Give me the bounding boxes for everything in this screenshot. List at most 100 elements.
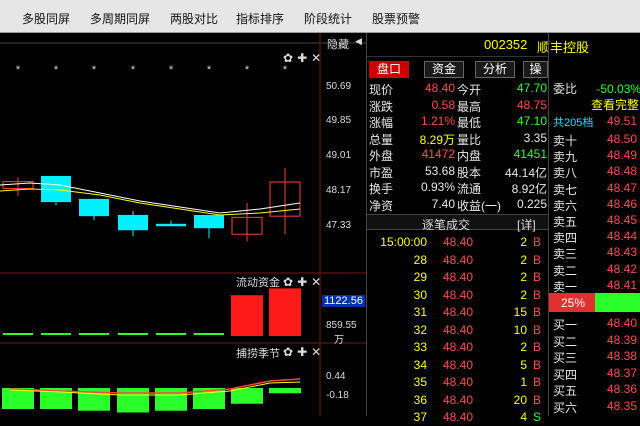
stock-code: 002352 [484,37,528,52]
collapse-icon[interactable]: ◀ [355,36,362,47]
trade-time: 35 [413,375,427,389]
bid-row[interactable]: 买五 48.36 [553,382,640,398]
trades-detail-link[interactable]: [详] [517,216,536,233]
ask-label: 卖六 [553,198,578,213]
kline-chart: * * * * * * * * ✿ ✚ ✕ 流动资金 ✿ ✚ ✕ 捕捞季节 ✿ ✚ ✕ 50.69 49.… [0,33,366,416]
menu-stock-alert[interactable]: 股票预警 [372,10,420,27]
tab-funds[interactable]: 资金 [424,61,464,78]
ask-label: 卖四 [553,231,578,246]
bid-row[interactable]: 买四 48.37 [553,366,640,382]
ask-row[interactable]: 卖二 48.42 [553,262,640,278]
ask-label: 卖二 [553,263,578,278]
close-icon[interactable]: ✕ [311,275,321,289]
quote-label: 总量 [369,132,394,147]
price-label: 49.01 [326,150,352,161]
pin-icon[interactable]: ✚ [297,51,307,65]
ask-row[interactable]: 卖六 48.46 [553,197,640,213]
trade-side: S [533,410,542,424]
tab-analysis[interactable]: 分析 [475,61,515,78]
trade-volume: 20 [513,392,527,407]
trade-row: 36 48.40 20 B [367,393,548,409]
stock-name: 顺丰控股 [537,40,590,55]
quote-label: 最低 [457,116,482,130]
wb-value: -50.03% [596,82,640,96]
bid-price: 48.35 [607,398,638,413]
trades-title: 逐笔成交 [422,218,471,232]
trade-row: 34 48.40 5 B [367,358,548,374]
gear-icon[interactable]: ✿ [283,275,293,289]
trade-time: 32 [413,322,427,337]
ask-label: 卖十 [553,134,578,148]
ask-row[interactable]: 卖七 48.47 [553,181,640,197]
quote-row: 涨幅 1.21% 最低 47.10 [369,114,550,130]
gear-icon[interactable]: ✿ [283,345,293,359]
ask-row[interactable]: 卖八 48.48 [553,164,640,180]
quote-value: 7.40 [431,196,455,211]
ask-row[interactable]: 卖九 48.49 [553,148,640,164]
trade-side: B [533,375,542,389]
tab-operate[interactable]: 操作 [523,61,548,78]
star-marker: * [169,64,174,76]
order-book: 委比 -50.03% 查看完整 共205档 49.51 卖十 48.50 卖九 … [549,76,640,416]
trade-time: 30 [413,287,427,302]
close-icon[interactable]: ✕ [311,345,321,359]
close-icon[interactable]: ✕ [311,51,321,65]
quote-label: 内盘 [457,149,482,163]
pct-bar: 25% [549,293,640,312]
bid-price: 48.39 [607,332,638,347]
quote-row: 总量 8.29万 量比 3.35 [369,131,550,147]
trade-side: B [533,305,542,319]
quote-value: 8.29万 [419,132,455,147]
trade-price: 48.40 [442,322,473,337]
ask-row[interactable]: 卖五 48.45 [553,213,640,229]
ask-price: 48.42 [607,261,638,276]
bid-row[interactable]: 买二 48.39 [553,333,640,349]
quote-value: 8.92亿 [511,182,547,196]
trade-price: 48.40 [442,410,473,424]
bottom-panel-title: 捕捞季节 [236,348,280,360]
ask-row[interactable]: 卖十 48.50 [553,132,640,148]
price-toolbar: ✿ ✚ ✕ [283,51,321,65]
price-label: 49.85 [326,115,352,126]
star-marker: * [16,64,21,76]
fund-bar [194,333,224,335]
ask-label: 卖八 [553,166,578,181]
trade-row: 32 48.40 10 B [367,323,548,339]
pin-icon[interactable]: ✚ [297,275,307,289]
fund-bar [118,333,148,335]
trade-side: B [533,340,542,354]
fund-bar [41,333,71,335]
bid-row[interactable]: 买三 48.38 [553,349,640,365]
trade-row: 37 48.40 4 S [367,410,548,426]
quote-label: 外盘 [369,149,394,163]
gear-icon[interactable]: ✿ [283,51,293,65]
bid-row[interactable]: 买一 48.40 [553,316,640,332]
quote-value: 3.35 [523,130,547,145]
mid-toolbar: ✿ ✚ ✕ [283,275,321,289]
season-bar [155,388,187,411]
pin-icon[interactable]: ✚ [297,345,307,359]
trade-price: 48.40 [442,252,473,267]
ask-row[interactable]: 卖一 48.41 [553,278,640,294]
season-bar [231,388,263,404]
view-all-link[interactable]: 查看完整 [591,96,639,112]
candle-body [118,214,148,231]
menu-multi-period[interactable]: 多周期同屏 [90,10,150,27]
bottom-toolbar: ✿ ✚ ✕ [283,345,321,359]
tab-handicap[interactable]: 盘口 [369,61,409,78]
menu-multi-stock[interactable]: 多股同屏 [22,10,70,27]
quote-value: 48.75 [516,97,547,112]
ask-row[interactable]: 卖三 48.43 [553,245,640,261]
hide-button[interactable]: 隐藏 [327,36,349,52]
menu-indicator-sort[interactable]: 指标排序 [236,10,284,27]
ask-label: 卖五 [553,215,578,229]
menu-compare[interactable]: 两股对比 [170,10,218,27]
trade-time: 34 [413,357,427,372]
trade-volume: 2 [520,235,527,249]
menu-stage-stats[interactable]: 阶段统计 [304,10,352,27]
quote-value: 0.58 [431,97,455,112]
trade-volume: 2 [520,340,527,354]
bid-row[interactable]: 买六 48.35 [553,399,640,415]
ask-row[interactable]: 卖四 48.44 [553,229,640,245]
fund-bar [3,333,33,335]
